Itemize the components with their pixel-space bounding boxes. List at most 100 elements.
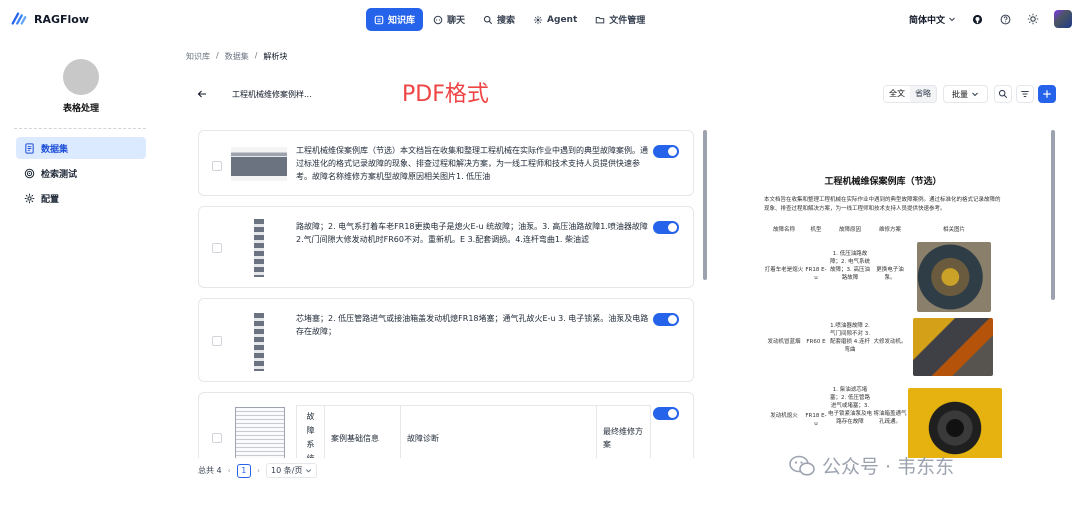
language-selector[interactable]: 简体中文 bbox=[909, 13, 956, 26]
chunk-enable-toggle[interactable] bbox=[653, 145, 679, 158]
view-mode-toggle: 全文 省略 bbox=[883, 85, 937, 103]
github-icon[interactable] bbox=[970, 12, 984, 26]
breadcrumb-separator: / bbox=[254, 51, 258, 60]
chunk-thumbnail bbox=[235, 407, 285, 458]
pdf-cell: 大修发动机。 bbox=[873, 339, 907, 345]
pdf-preview-scrollbar[interactable] bbox=[1051, 130, 1055, 300]
search-icon bbox=[483, 15, 493, 24]
table-cell: 故障系统 bbox=[296, 405, 325, 458]
chunk-enable-toggle[interactable] bbox=[653, 407, 679, 420]
nav-agent[interactable]: Agent bbox=[525, 8, 585, 31]
chevron-down-icon bbox=[972, 92, 978, 97]
filter-lines-icon bbox=[1021, 91, 1029, 97]
view-full-option[interactable]: 全文 bbox=[884, 86, 910, 102]
sidebar-item-dataset[interactable]: 数据集 bbox=[16, 137, 146, 159]
batch-dropdown[interactable]: 批量 bbox=[943, 85, 988, 103]
chat-icon bbox=[433, 15, 443, 24]
pdf-cell: FR18 E-u bbox=[805, 413, 827, 427]
page-number[interactable]: 1 bbox=[236, 463, 251, 478]
user-avatar[interactable] bbox=[1054, 10, 1072, 28]
chunk-checkbox[interactable] bbox=[212, 161, 222, 171]
breadcrumb-knowledge-base[interactable]: 知识库 bbox=[186, 51, 210, 62]
breadcrumb-dataset[interactable]: 数据集 bbox=[225, 51, 249, 62]
watermark: 公众号 · 韦东东 bbox=[788, 452, 954, 479]
chunk-enable-toggle[interactable] bbox=[653, 221, 679, 234]
target-icon bbox=[24, 168, 35, 178]
breadcrumb-current: 解析块 bbox=[263, 52, 288, 61]
chunk-list: 工程机械维保案例库（节选）本文档旨在收集和整理工程机械在实际作业中遇到的典型故障… bbox=[198, 130, 698, 458]
pdf-cell: 更换电子油泵。 bbox=[876, 267, 904, 281]
pdf-table-row: 发动机冒蓝烟 FR60 E 1.喷油器故障 2.气门间隙不对 3.配套磨损 4.… bbox=[764, 316, 1004, 380]
breadcrumb-separator: / bbox=[216, 51, 219, 60]
pdf-photo-engine bbox=[913, 318, 993, 376]
pdf-cell: 打着车老是熄火 bbox=[764, 267, 804, 273]
pdf-table-row: 打着车老是熄火 FR18 E-u 1. 低压油路故障；2. 电气系统故障；3. … bbox=[764, 242, 1004, 314]
table-cell: 案例基础信息 bbox=[324, 405, 401, 458]
page-size-select[interactable]: 10 条/页 bbox=[266, 463, 318, 478]
language-label: 简体中文 bbox=[908, 15, 945, 26]
database-icon bbox=[374, 15, 384, 24]
breadcrumb: 知识库 / 数据集 / 解析块 bbox=[186, 51, 287, 62]
nav-file-management[interactable]: 文件管理 bbox=[587, 8, 653, 31]
chunk-card[interactable]: 路故障；2. 电气系打着车老FR18更换电子是熄火E-u 统故障；油泵。3. 高… bbox=[198, 206, 694, 288]
app-logo[interactable]: RAGFlow bbox=[10, 10, 89, 28]
chunk-enable-toggle[interactable] bbox=[653, 313, 679, 326]
chunk-checkbox[interactable] bbox=[212, 243, 222, 253]
search-button[interactable] bbox=[994, 85, 1012, 103]
filter-button[interactable] bbox=[1016, 85, 1034, 103]
pdf-preview[interactable]: 工程机械维保案例库（节选） 本文档旨在收集和整理工程机械在实际作业中遇到的典型故… bbox=[716, 126, 1050, 458]
chunk-text: 工程机械维保案例库（节选）本文档旨在收集和整理工程机械在实际作业中遇到的典型故障… bbox=[296, 146, 648, 181]
document-title: 工程机械维修案例样... bbox=[232, 90, 312, 99]
chunk-list-scrollbar[interactable] bbox=[703, 130, 707, 280]
pdf-cell: 发动机冒蓝烟 bbox=[767, 339, 801, 345]
back-arrow-icon[interactable] bbox=[197, 89, 207, 99]
theme-sun-icon[interactable] bbox=[1026, 12, 1040, 26]
wechat-logo-icon bbox=[789, 455, 815, 476]
page-size-label: 10 条/页 bbox=[271, 466, 303, 475]
view-omit-option[interactable]: 省略 bbox=[910, 86, 936, 102]
sidebar-item-retrieval-test[interactable]: 检索测试 bbox=[16, 162, 146, 184]
chunk-card[interactable]: 芯堵塞；2. 低压管路进气或接油箱盖发动机熄FR18堵塞；通气孔故火E-u 3.… bbox=[198, 298, 694, 382]
chunk-checkbox[interactable] bbox=[212, 433, 222, 443]
sidebar-item-label: 检索测试 bbox=[41, 169, 78, 180]
chunk-thumbnail bbox=[231, 147, 287, 181]
search-icon bbox=[998, 89, 1008, 99]
nav-label: Agent bbox=[547, 14, 578, 25]
nav-knowledge-base[interactable]: 知识库 bbox=[366, 8, 424, 31]
sidebar-item-label: 配置 bbox=[41, 194, 60, 205]
help-icon[interactable] bbox=[998, 12, 1012, 26]
pdf-header-cell: 故障原因 bbox=[838, 227, 861, 233]
pdf-cell: 将油箱盖通气孔疏通。 bbox=[873, 411, 907, 425]
pdf-cell: 1.喷油器故障 2.气门间隙不对 3.配套磨损 4.连杆弯曲 bbox=[830, 323, 870, 353]
pagination: 总共 4 ‹ 1 › 10 条/页 bbox=[198, 463, 318, 478]
chevron-down-icon bbox=[949, 17, 955, 22]
nav-search[interactable]: 搜索 bbox=[475, 8, 523, 31]
app-name: RAGFlow bbox=[34, 12, 90, 26]
pdf-table-header: 故障名称 机型 故障原因 维修方案 相关图片 bbox=[764, 226, 1004, 236]
chunk-card[interactable]: 故障系统 案例基础信息 故障诊断 最终维修方案 bbox=[198, 392, 694, 458]
sidebar: 表格处理 数据集 检索测试 配置 bbox=[0, 40, 162, 512]
nav-chat[interactable]: 聊天 bbox=[425, 8, 473, 31]
watermark-text: 公众号 · 韦东东 bbox=[822, 456, 955, 478]
gear-icon bbox=[24, 193, 35, 203]
sidebar-item-label: 数据集 bbox=[41, 144, 69, 155]
chunk-card[interactable]: 工程机械维保案例库（节选）本文档旨在收集和整理工程机械在实际作业中遇到的典型故障… bbox=[198, 130, 694, 196]
sidebar-item-config[interactable]: 配置 bbox=[16, 187, 146, 209]
total-count: 总共 4 bbox=[198, 466, 222, 475]
knowledge-base-name: 表格处理 bbox=[62, 104, 99, 114]
chunk-checkbox[interactable] bbox=[212, 336, 222, 346]
pdf-photo-engine bbox=[917, 242, 991, 312]
knowledge-base-avatar bbox=[63, 59, 99, 95]
annotation-label: PDF格式 bbox=[402, 82, 489, 107]
pdf-header-cell: 相关图片 bbox=[942, 227, 965, 233]
chunk-thumbnail bbox=[254, 313, 264, 371]
nav-label: 文件管理 bbox=[609, 16, 646, 26]
add-chunk-button[interactable] bbox=[1038, 85, 1056, 103]
prev-page-icon[interactable]: ‹ bbox=[228, 466, 231, 475]
next-page-icon[interactable]: › bbox=[257, 466, 260, 475]
document-icon bbox=[25, 142, 34, 154]
nav-label: 知识库 bbox=[388, 16, 416, 26]
main-nav: 知识库 聊天 搜索 Agent 文件管理 bbox=[366, 8, 653, 32]
chunk-text: 路故障；2. 电气系打着车老FR18更换电子是熄火E-u 统故障；油泵。3. 高… bbox=[296, 222, 648, 244]
top-bar: RAGFlow 知识库 聊天 搜索 Agent 文件管理 简体中文 bbox=[0, 0, 1080, 40]
